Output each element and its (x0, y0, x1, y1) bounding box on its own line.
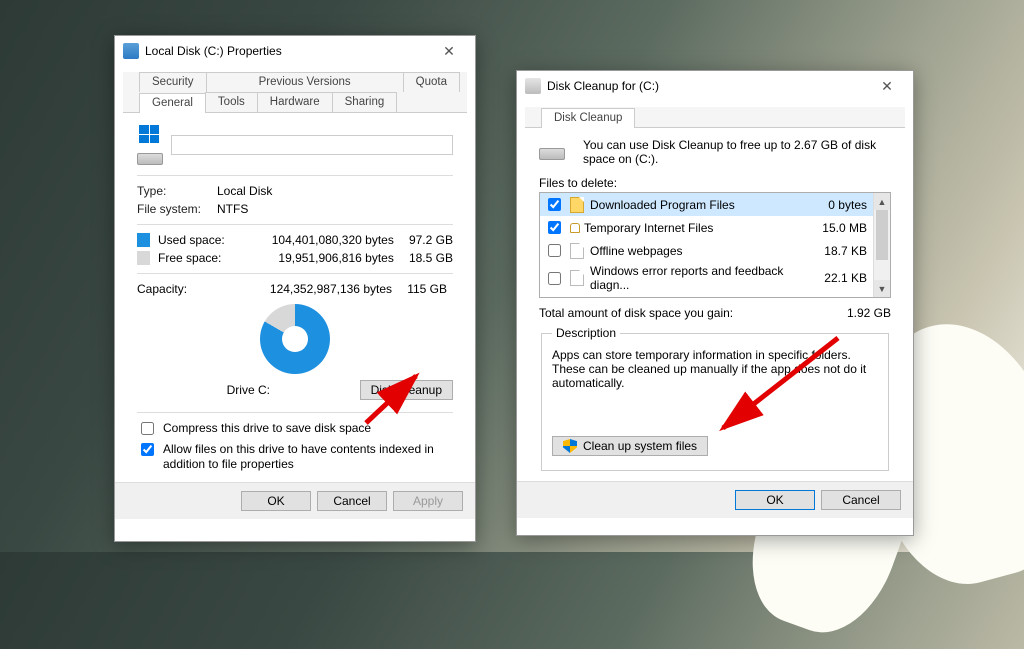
scroll-down-icon[interactable]: ▼ (874, 280, 890, 297)
list-item[interactable]: Offline webpages 18.7 KB (540, 239, 873, 262)
close-icon[interactable]: ✕ (867, 72, 907, 100)
scrollbar[interactable]: ▲ ▼ (873, 193, 890, 297)
tab-previous-versions[interactable]: Previous Versions (206, 72, 404, 92)
list-item[interactable]: Temporary Internet Files 15.0 MB (540, 216, 873, 239)
compress-label: Compress this drive to save disk space (163, 421, 371, 436)
tab-disk-cleanup[interactable]: Disk Cleanup (541, 108, 635, 128)
cancel-button[interactable]: Cancel (317, 491, 387, 511)
capacity-gb: 115 GB (392, 282, 447, 296)
properties-title: Local Disk (C:) Properties (145, 44, 282, 58)
cleanup-system-files-label: Clean up system files (583, 439, 697, 453)
ok-button[interactable]: OK (241, 491, 311, 511)
tab-general[interactable]: General (139, 93, 206, 113)
list-item[interactable]: DirectX Shader Cache129 KB (540, 294, 873, 297)
shield-icon (563, 439, 577, 453)
broom-icon (525, 78, 541, 94)
cleanup-intro-text: You can use Disk Cleanup to free up to 2… (583, 138, 891, 166)
disk-cleanup-button[interactable]: Disk Cleanup (360, 380, 453, 400)
total-label: Total amount of disk space you gain: (539, 306, 733, 320)
type-label: Type: (137, 184, 217, 198)
total-value: 1.92 GB (847, 306, 891, 320)
free-bytes: 19,951,906,816 bytes (254, 251, 393, 265)
tab-tools[interactable]: Tools (205, 92, 258, 112)
file-checkbox[interactable] (548, 244, 561, 257)
tab-security[interactable]: Security (139, 72, 207, 92)
file-checkbox[interactable] (548, 272, 561, 285)
disk-icon (137, 143, 161, 165)
fs-value: NTFS (217, 202, 453, 216)
index-checkbox[interactable] (141, 443, 154, 456)
tab-sharing[interactable]: Sharing (332, 92, 398, 112)
capacity-bytes: 124,352,987,136 bytes (242, 282, 392, 296)
free-gb: 18.5 GB (402, 251, 453, 265)
windows-logo-icon (139, 125, 159, 143)
drive-icon (123, 43, 139, 59)
free-label: Free space: (158, 251, 246, 265)
files-listbox[interactable]: Downloaded Program Files 0 bytes Temporary… (539, 192, 891, 298)
properties-dialog: Local Disk (C:) Properties ✕ Security Pr… (114, 35, 476, 542)
fs-label: File system: (137, 202, 217, 216)
volume-name-input[interactable] (171, 135, 453, 155)
file-checkbox[interactable] (548, 221, 561, 234)
close-icon[interactable]: ✕ (429, 37, 469, 65)
used-gb: 97.2 GB (402, 233, 453, 247)
compress-checkbox[interactable] (141, 422, 154, 435)
ok-button[interactable]: OK (735, 490, 815, 510)
file-name: Temporary Internet Files (584, 221, 791, 235)
used-space-swatch (137, 233, 150, 247)
file-icon (570, 270, 584, 286)
type-value: Local Disk (217, 184, 453, 198)
apply-button[interactable]: Apply (393, 491, 463, 511)
folder-icon (570, 197, 584, 213)
file-size: 15.0 MB (797, 221, 867, 235)
tab-hardware[interactable]: Hardware (257, 92, 333, 112)
usage-pie-chart (260, 304, 330, 374)
used-bytes: 104,401,080,320 bytes (254, 233, 393, 247)
capacity-label: Capacity: (137, 282, 242, 296)
lock-icon (570, 223, 580, 233)
free-space-swatch (137, 251, 150, 265)
files-to-delete-label: Files to delete: (539, 176, 891, 190)
disk-icon (539, 138, 573, 168)
drive-caption: Drive C: (137, 383, 360, 397)
file-name: Offline webpages (590, 244, 791, 258)
cancel-button[interactable]: Cancel (821, 490, 901, 510)
scroll-thumb[interactable] (876, 210, 888, 260)
tab-quota[interactable]: Quota (403, 72, 460, 92)
file-size: 22.1 KB (797, 271, 867, 285)
disk-cleanup-dialog: Disk Cleanup for (C:) ✕ Disk Cleanup You… (516, 70, 914, 536)
scroll-up-icon[interactable]: ▲ (874, 193, 890, 210)
file-checkbox[interactable] (548, 198, 561, 211)
list-item[interactable]: Windows error reports and feedback diagn… (540, 262, 873, 294)
description-group: Description Apps can store temporary inf… (541, 326, 889, 471)
file-size: 18.7 KB (797, 244, 867, 258)
cleanup-title: Disk Cleanup for (C:) (547, 79, 659, 93)
file-size: 0 bytes (797, 198, 867, 212)
file-icon (570, 243, 584, 259)
list-item[interactable]: Downloaded Program Files 0 bytes (540, 193, 873, 216)
file-name: Windows error reports and feedback diagn… (590, 264, 791, 292)
cleanup-system-files-button[interactable]: Clean up system files (552, 436, 708, 456)
description-text: Apps can store temporary information in … (552, 348, 878, 390)
file-name: Downloaded Program Files (590, 198, 791, 212)
index-label: Allow files on this drive to have conten… (163, 442, 453, 472)
description-legend: Description (552, 326, 620, 340)
used-label: Used space: (158, 233, 246, 247)
